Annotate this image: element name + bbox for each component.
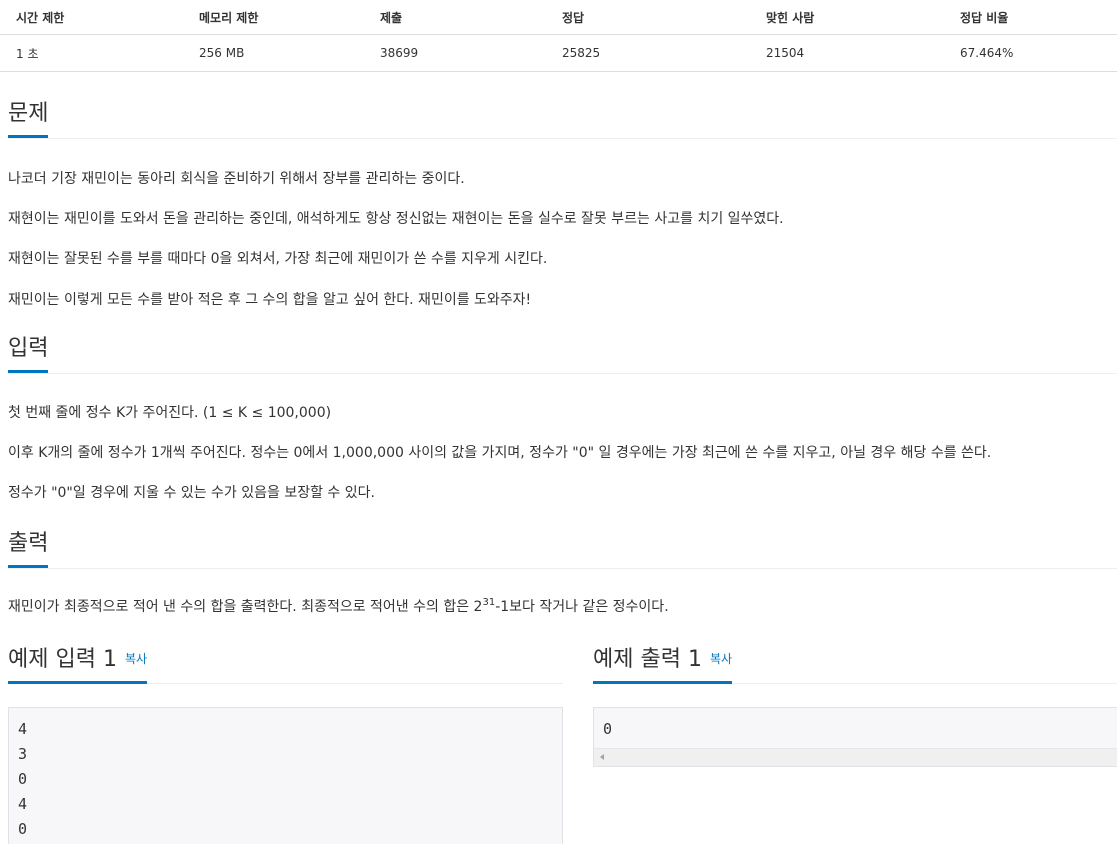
sample-input-line-1: 4 [18,720,28,738]
output-title: 출력 [8,530,49,568]
sample-input-title-text: 예제 입력 1 [8,647,117,672]
input-title: 입력 [8,335,49,373]
stats-header-time-limit: 시간 제한 [0,0,183,35]
sample-output-section: 예제 출력 1 복사 [593,645,1117,684]
output-text-after: -1보다 작거나 같은 정수이다. [495,599,669,615]
sample-output-title: 예제 출력 1 복사 [593,645,733,684]
sample-input-line-5: 0 [18,820,28,838]
sample-input-line-4: 4 [18,795,28,813]
problem-paragraph-4: 재민이는 이렇게 모든 수를 받아 적은 후 그 수의 합을 알고 싶어 한다.… [8,292,532,308]
input-paragraph-1: 첫 번째 줄에 정수 K가 주어진다. (1 ≤ K ≤ 100,000) [8,405,332,421]
output-section: 출력 [8,530,1117,569]
problem-description-header: 문제 [8,100,1117,139]
stats-header-accept-ratio: 정답 비율 [944,0,1117,35]
stats-submissions: 38699 [364,34,546,72]
sample-output-code-box[interactable]: 0 [593,707,1117,767]
input-paragraph-3: 정수가 "0"일 경우에 지울 수 있는 수가 있음을 보장할 수 있다. [8,485,375,501]
sample-input-copy-button[interactable]: 복사 [125,652,147,666]
problem-page: 시간 제한 메모리 제한 제출 정답 맞힌 사람 정답 비율 1 초 256 M… [0,0,1117,844]
stats-accepted: 25825 [546,34,750,72]
sample-output-header: 예제 출력 1 복사 [593,645,1117,684]
sample-output-horizontal-scrollbar[interactable] [594,748,1117,766]
sample-input-code-box[interactable]: 4 3 0 4 0 [8,707,563,844]
sample-input-line-3: 0 [18,770,28,788]
stats-accept-ratio: 67.464% [944,34,1117,72]
stats-memory-limit: 256 MB [183,34,364,72]
problem-paragraph-1: 나코더 기장 재민이는 동아리 회식을 준비하기 위해서 장부를 관리하는 중이… [8,171,465,187]
sample-output-copy-button[interactable]: 복사 [710,652,732,666]
sample-input-line-2: 3 [18,745,28,763]
stats-header-submissions: 제출 [364,0,546,35]
scroll-left-arrow-icon[interactable] [600,754,604,760]
sample-input-section: 예제 입력 1 복사 [8,645,563,684]
stats-solved-users: 21504 [750,34,944,72]
output-header: 출력 [8,530,1117,569]
problem-description-section: 문제 [8,100,1117,139]
sample-input-title: 예제 입력 1 복사 [8,645,148,684]
stats-header-solved-users: 맞힌 사람 [750,0,944,35]
input-section: 입력 [8,335,1117,374]
input-header: 입력 [8,335,1117,374]
output-exponent: 31 [482,597,496,608]
output-text-before: 재민이가 최종적으로 적어 낸 수의 합을 출력한다. 최종적으로 적어낸 수의… [8,599,483,615]
sample-output-line-1: 0 [603,720,613,738]
sample-input-header: 예제 입력 1 복사 [8,645,563,684]
stats-header-memory-limit: 메모리 제한 [183,0,364,35]
problem-description-title: 문제 [8,100,49,138]
stats-time-limit: 1 초 [0,34,183,72]
input-paragraph-2: 이후 K개의 줄에 정수가 1개씩 주어진다. 정수는 0에서 1,000,00… [8,445,992,461]
output-paragraph: 재민이가 최종적으로 적어 낸 수의 합을 출력한다. 최종적으로 적어낸 수의… [8,597,669,617]
stats-header-row: 시간 제한 메모리 제한 제출 정답 맞힌 사람 정답 비율 [0,0,1117,35]
problem-stats-table: 시간 제한 메모리 제한 제출 정답 맞힌 사람 정답 비율 1 초 256 M… [0,0,1117,72]
problem-paragraph-2: 재현이는 재민이를 도와서 돈을 관리하는 중인데, 애석하게도 항상 정신없는… [8,211,784,227]
sample-output-title-text: 예제 출력 1 [593,647,702,672]
problem-paragraph-3: 재현이는 잘못된 수를 부를 때마다 0을 외쳐서, 가장 최근에 재민이가 쓴… [8,251,548,267]
stats-header-accepted: 정답 [546,0,750,35]
stats-value-row: 1 초 256 MB 38699 25825 21504 67.464% [0,34,1117,72]
